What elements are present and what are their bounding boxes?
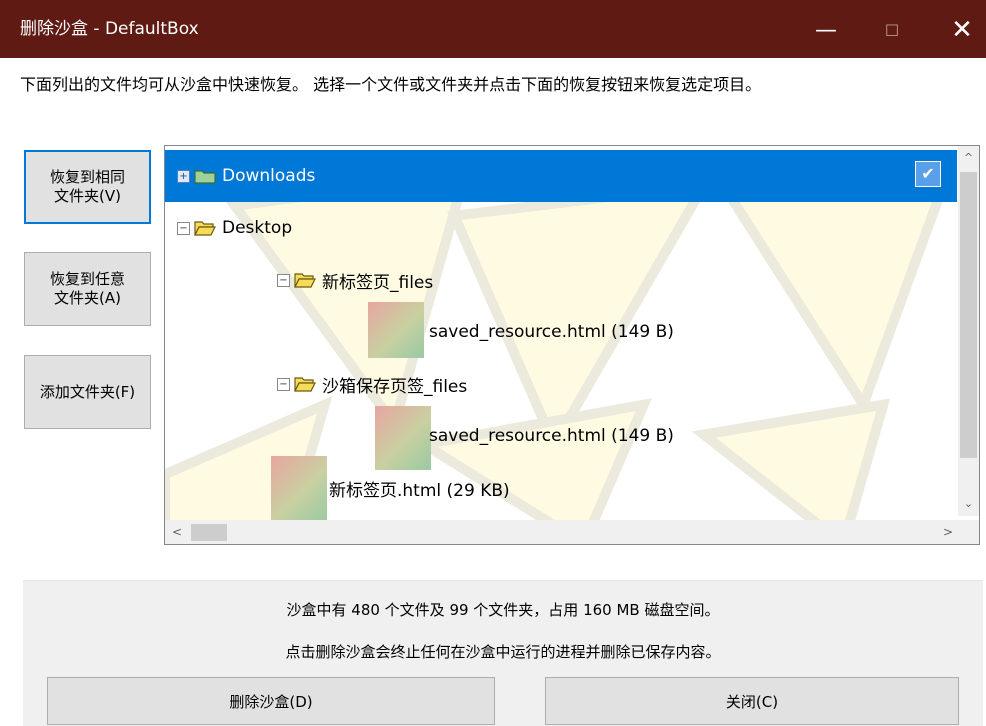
delete-warning: 点击删除沙盒会终止任何在沙盒中运行的进程并删除已保存内容。 — [285, 643, 721, 661]
scroll-left-arrow[interactable]: < — [165, 520, 189, 544]
maximize-button[interactable]: ☐ — [866, 8, 918, 52]
minimize-button[interactable]: — — [800, 8, 852, 52]
vertical-scrollbar[interactable]: ^ ⌄ — [958, 146, 979, 516]
vertical-scroll-thumb[interactable] — [960, 172, 977, 458]
tree-item-label: 新标签页_files — [322, 272, 434, 293]
tree-item-saved-resource-2[interactable]: saved_resource.html (149 B) — [165, 410, 674, 462]
folder-open-icon — [194, 221, 216, 236]
tree-item-label: saved_resource.html (149 B) — [429, 322, 674, 342]
tree-item-label: 沙箱保存页签_files — [322, 376, 468, 397]
footer-panel: 沙盒中有 480 个文件及 99 个文件夹，占用 160 MB 磁盘空间。 点击… — [23, 580, 983, 726]
horizontal-scroll-thumb[interactable] — [191, 524, 227, 541]
recover-any-label-line1: 恢复到任意 — [49, 270, 125, 288]
collapse-toggle[interactable]: − — [277, 377, 290, 391]
recoverable-files-tree[interactable]: + Downloads ✔ − Desktop − 新标签页_files sav… — [164, 145, 980, 545]
window-title: 删除沙盒 - DefaultBox — [20, 19, 199, 39]
tree-item-newtab-html[interactable]: 新标签页.html (29 KB) — [165, 462, 510, 514]
recover-any-folder-button[interactable]: 恢复到任意 文件夹(A) — [24, 252, 151, 326]
collapse-toggle[interactable]: − — [177, 221, 190, 235]
sandbox-summary: 沙盒中有 480 个文件及 99 个文件夹，占用 160 MB 磁盘空间。 — [286, 601, 720, 619]
tree-item-label: Downloads — [222, 166, 316, 186]
close-window-button[interactable]: ✕ — [936, 8, 986, 52]
delete-sandbox-button[interactable]: 删除沙盒(D) — [47, 677, 495, 725]
recover-same-folder-button[interactable]: 恢复到相同 文件夹(V) — [24, 150, 151, 224]
title-bar: 删除沙盒 - DefaultBox — ☐ ✕ — [0, 0, 986, 58]
tree-item-label: saved_resource.html (149 B) — [429, 426, 674, 446]
tree-item-newtab-files[interactable]: − 新标签页_files — [165, 254, 433, 306]
scroll-right-arrow[interactable]: > — [936, 520, 960, 544]
expand-toggle[interactable]: + — [177, 169, 190, 183]
instruction-text: 下面列出的文件均可从沙盒中快速恢复。 选择一个文件或文件夹并点击下面的恢复按钮来… — [20, 75, 762, 94]
add-folder-button[interactable]: 添加文件夹(F) — [24, 355, 151, 429]
tree-item-desktop[interactable]: − Desktop — [165, 202, 292, 254]
folder-open-icon — [294, 273, 316, 288]
select-checkbox[interactable]: ✔ — [915, 161, 941, 187]
close-button[interactable]: 关闭(C) — [545, 677, 959, 725]
scroll-up-arrow[interactable]: ^ — [958, 146, 979, 170]
tree-item-label: Desktop — [222, 218, 293, 238]
tree-item-downloads[interactable]: + Downloads — [165, 150, 957, 202]
recover-same-label-line2: 文件夹(V) — [54, 187, 121, 205]
horizontal-scrollbar[interactable]: < > — [165, 520, 960, 544]
scroll-down-arrow[interactable]: ⌄ — [958, 492, 979, 516]
recover-same-label-line1: 恢复到相同 — [49, 168, 125, 186]
tree-item-saved-resource-1[interactable]: saved_resource.html (149 B) — [165, 306, 674, 358]
scrollbar-corner — [958, 520, 979, 544]
tree-item-label: 新标签页.html (29 KB) — [329, 480, 510, 501]
tree-item-sandbox-files[interactable]: − 沙箱保存页签_files — [165, 358, 467, 410]
folder-open-icon — [294, 377, 316, 392]
recover-any-label-line2: 文件夹(A) — [54, 289, 121, 307]
collapse-toggle[interactable]: − — [277, 273, 290, 287]
folder-icon — [194, 170, 216, 184]
